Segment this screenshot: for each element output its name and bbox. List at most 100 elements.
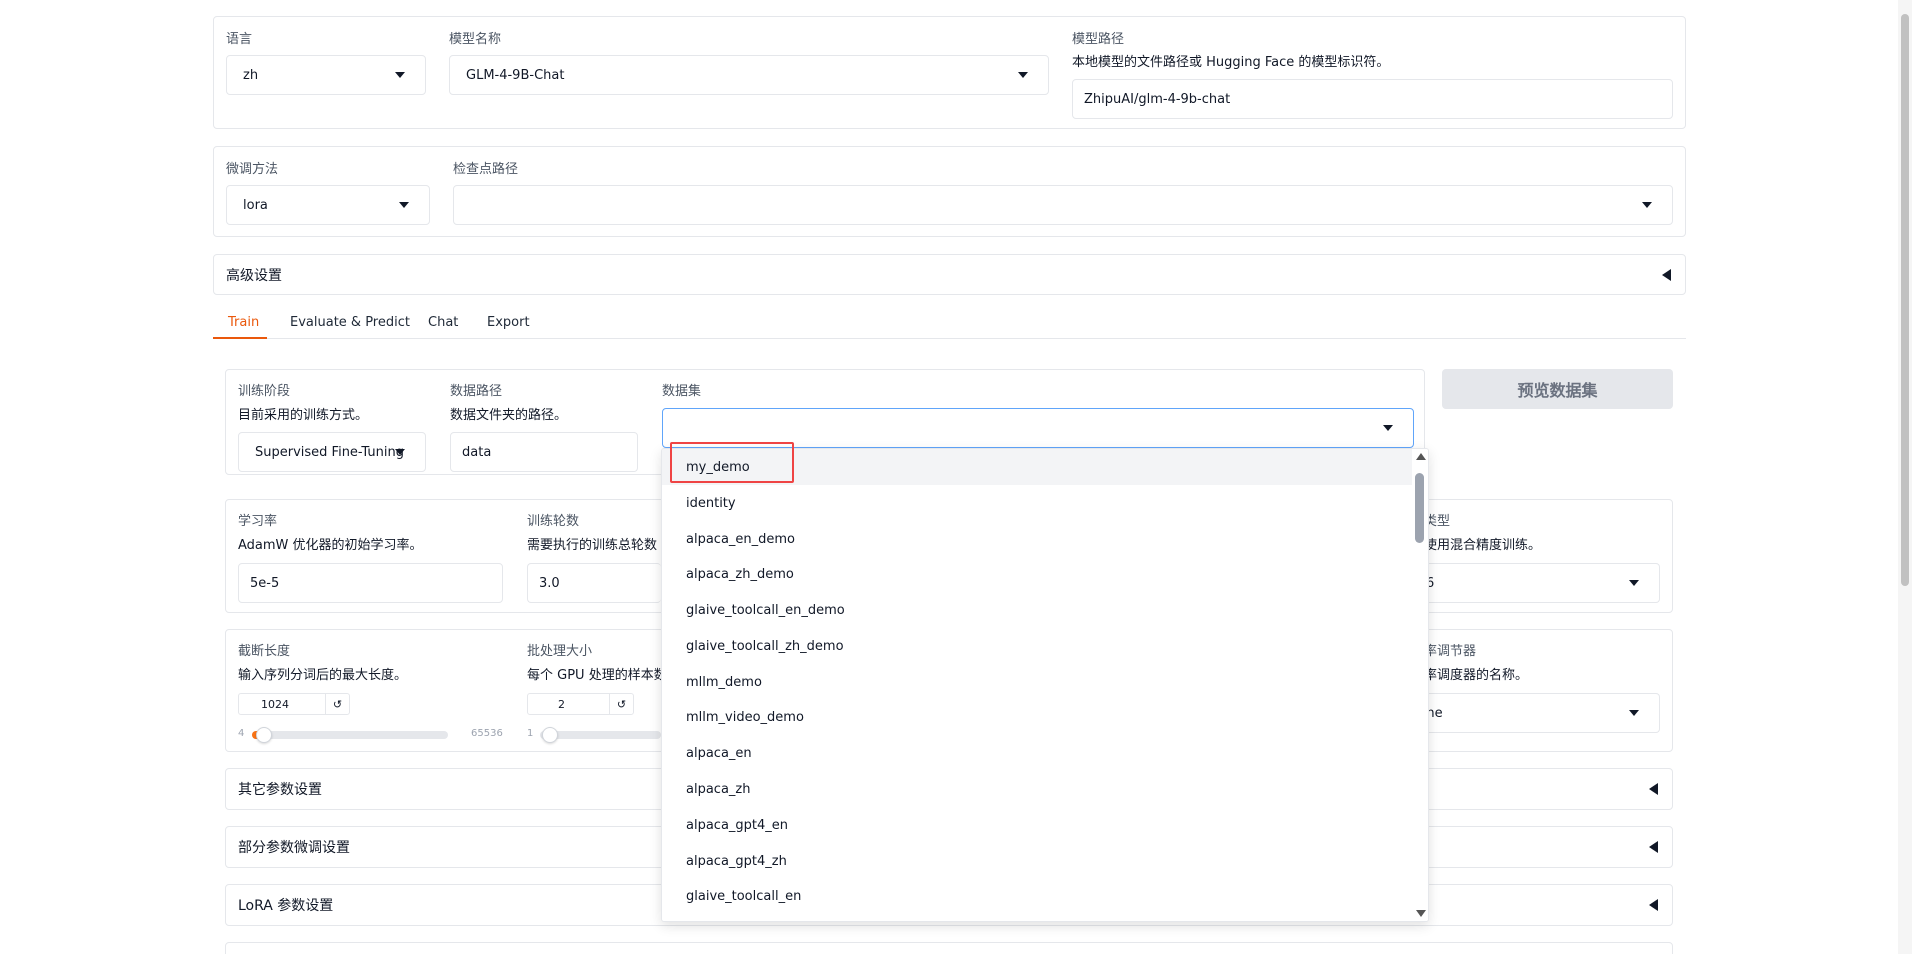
model-path-value: ZhipuAI/glm-4-9b-chat (1084, 91, 1231, 107)
language-label: 语言 (226, 32, 253, 47)
scroll-down-icon[interactable] (1416, 910, 1426, 917)
batch-size-value: 2 (558, 697, 565, 711)
expand-icon (1649, 783, 1658, 795)
learning-rate-desc: AdamW 优化器的初始学习率。 (238, 538, 423, 553)
batch-size-desc: 每个 GPU 处理的样本数 (527, 668, 661, 683)
chevron-down-icon (1018, 72, 1028, 78)
finetune-card: 微调方法 lora 检查点路径 (213, 146, 1686, 237)
stage-select[interactable]: Supervised Fine-Tuning (238, 432, 426, 472)
tab-bar: Train Evaluate & Predict Chat Export (213, 305, 1686, 339)
chevron-down-icon (1383, 425, 1393, 431)
model-path-label: 模型路径 (1072, 32, 1125, 47)
page-scrollbar-thumb[interactable] (1901, 14, 1909, 586)
dropdown-scrollbar[interactable] (1412, 449, 1428, 921)
dataset-option[interactable]: glaive_toolcall_zh_demo (662, 628, 1412, 664)
epochs-desc: 需要执行的训练总轮数 (527, 538, 658, 553)
dataset-option[interactable]: glaive_toolcall_en_demo (662, 592, 1412, 628)
next-section-edge (225, 942, 1673, 954)
dataset-option[interactable]: mllm_video_demo (662, 699, 1412, 735)
cutoff-len-stepper[interactable]: 1024 ↺ (238, 693, 350, 715)
model-name-label: 模型名称 (449, 32, 502, 47)
chevron-down-icon (1629, 710, 1639, 716)
cutoff-len-slider-track[interactable] (252, 731, 448, 739)
lr-scheduler-desc: 率调度器的名称。 (1424, 668, 1529, 683)
compute-type-select[interactable]: 6 (1424, 563, 1660, 603)
cutoff-len-slider-handle[interactable] (256, 727, 272, 743)
scroll-up-icon[interactable] (1416, 453, 1426, 460)
chevron-down-icon (399, 202, 409, 208)
model-path-input[interactable]: ZhipuAI/glm-4-9b-chat (1072, 79, 1673, 119)
chevron-down-icon (1629, 580, 1639, 586)
lora-settings-label: LoRA 参数设置 (238, 898, 334, 914)
reset-icon[interactable]: ↺ (609, 694, 633, 714)
advanced-settings-label: 高级设置 (226, 267, 282, 284)
cutoff-len-label: 截断长度 (238, 644, 291, 659)
batch-size-label: 批处理大小 (527, 644, 593, 659)
model-settings-card: 语言 zh 模型名称 GLM-4-9B-Chat 模型路径 本地模型的文件路径或… (213, 16, 1686, 129)
other-settings-label: 其它参数设置 (238, 782, 322, 798)
cutoff-len-max: 65536 (471, 728, 503, 739)
dataset-option[interactable]: identity (662, 485, 1412, 521)
checkpoint-label: 检查点路径 (453, 162, 519, 177)
stage-value: Supervised Fine-Tuning (255, 444, 404, 460)
cutoff-len-min: 4 (238, 728, 245, 739)
dataset-option[interactable]: alpaca_gpt4_en (662, 807, 1412, 843)
compute-type-desc: 使用混合精度训练。 (1424, 538, 1542, 553)
epochs-value: 3.0 (539, 575, 560, 591)
expand-icon (1662, 268, 1671, 281)
finetune-method-select[interactable]: lora (226, 185, 430, 225)
language-select[interactable]: zh (226, 55, 426, 95)
preview-dataset-button[interactable]: 预览数据集 (1442, 369, 1673, 409)
expand-icon (1649, 899, 1658, 911)
lr-scheduler-select[interactable]: sine (1416, 693, 1660, 733)
data-dir-input[interactable]: data (450, 432, 638, 472)
tab-export[interactable]: Export (487, 315, 530, 330)
data-dir-label: 数据路径 (450, 384, 503, 399)
lr-scheduler-label: 率调节器 (1424, 644, 1477, 659)
dataset-option[interactable]: mllm_demo (662, 664, 1412, 700)
dataset-dropdown-list[interactable]: my_demo identity alpaca_en_demo alpaca_z… (661, 448, 1429, 922)
tab-chat[interactable]: Chat (428, 315, 458, 330)
epochs-input[interactable]: 3.0 (527, 563, 661, 603)
dataset-option[interactable]: glaive_toolcall_en (662, 878, 1412, 914)
language-value: zh (243, 67, 259, 83)
model-name-select[interactable]: GLM-4-9B-Chat (449, 55, 1049, 95)
tab-evaluate-predict[interactable]: Evaluate & Predict (290, 315, 410, 330)
tab-train[interactable]: Train (228, 315, 259, 330)
dataset-option[interactable]: alpaca_en_demo (662, 521, 1412, 557)
dataset-option[interactable]: alpaca_zh (662, 771, 1412, 807)
page-scrollbar[interactable] (1898, 0, 1912, 954)
stage-label: 训练阶段 (238, 384, 291, 399)
dropdown-scrollbar-thumb[interactable] (1415, 473, 1424, 543)
checkpoint-select[interactable] (453, 185, 1673, 225)
learning-rate-input[interactable]: 5e-5 (238, 563, 503, 603)
data-dir-value: data (462, 444, 492, 460)
finetune-method-label: 微调方法 (226, 162, 279, 177)
active-tab-indicator (213, 337, 267, 339)
batch-size-slider-handle[interactable] (542, 727, 558, 743)
dataset-label: 数据集 (662, 384, 702, 399)
batch-size-min: 1 (527, 728, 534, 739)
dataset-option[interactable]: alpaca_en (662, 735, 1412, 771)
cutoff-len-value: 1024 (261, 697, 289, 711)
epochs-label: 训练轮数 (527, 514, 580, 529)
learning-rate-value: 5e-5 (250, 575, 280, 591)
cutoff-len-desc: 输入序列分词后的最大长度。 (238, 668, 408, 683)
stage-desc: 目前采用的训练方式。 (238, 408, 369, 423)
learning-rate-label: 学习率 (238, 514, 278, 529)
dataset-option[interactable]: alpaca_zh_demo (662, 556, 1412, 592)
finetune-method-value: lora (243, 197, 268, 213)
model-path-desc: 本地模型的文件路径或 Hugging Face 的模型标识符。 (1072, 55, 1390, 70)
chevron-down-icon (395, 449, 405, 455)
batch-size-slider-track[interactable] (540, 731, 661, 739)
reset-icon[interactable]: ↺ (325, 694, 349, 714)
advanced-settings-accordion[interactable]: 高级设置 (213, 254, 1686, 295)
highlight-box (670, 442, 794, 483)
chevron-down-icon (1642, 202, 1652, 208)
chevron-down-icon (395, 72, 405, 78)
dataset-option[interactable]: alpaca_gpt4_zh (662, 843, 1412, 879)
expand-icon (1649, 841, 1658, 853)
freeze-settings-label: 部分参数微调设置 (238, 840, 350, 856)
model-name-value: GLM-4-9B-Chat (466, 67, 565, 83)
batch-size-stepper[interactable]: 2 ↺ (527, 693, 634, 715)
